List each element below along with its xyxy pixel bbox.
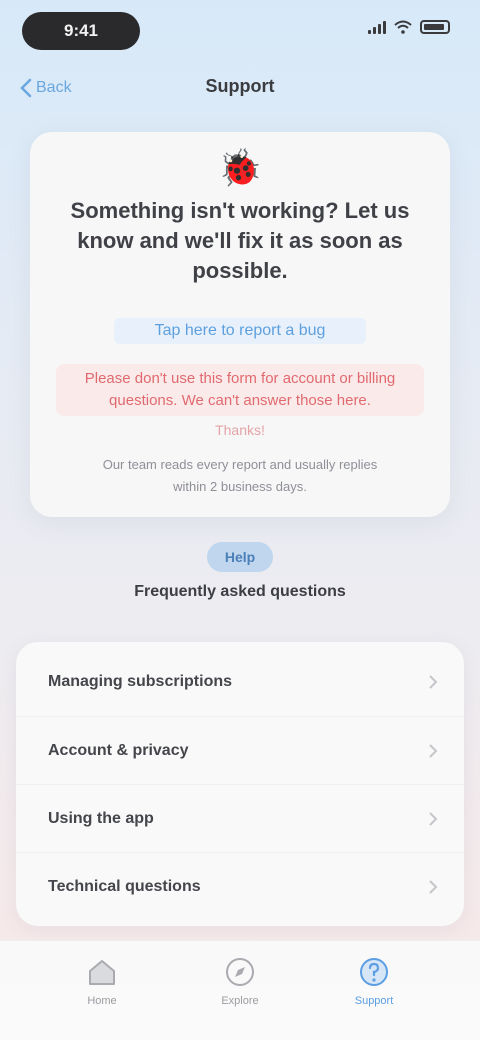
report-footnote: Our team reads every report and usually …: [102, 457, 378, 494]
faq-item-label: Managing subscriptions: [48, 673, 233, 690]
faq-item-subscriptions[interactable]: Managing subscriptions: [16, 648, 464, 716]
tab-support[interactable]: Support: [314, 955, 434, 1025]
chevron-right-icon: [429, 675, 438, 689]
tab-label: Support: [354, 995, 394, 1007]
page-title: Support: [205, 76, 275, 96]
faq-item-label: Technical questions: [48, 877, 201, 895]
compass-icon: [226, 958, 254, 986]
warning-text: Please don't use this form for account o…: [56, 364, 424, 416]
section-title: Frequently asked questions: [134, 583, 346, 600]
chevron-right-icon: [429, 812, 438, 826]
warning-tail: Thanks!: [215, 422, 265, 438]
battery-icon: [420, 20, 450, 34]
chevron-right-icon: [429, 880, 438, 894]
report-bug-link[interactable]: Tap here to report a bug: [114, 318, 366, 344]
faq-item-account[interactable]: Account & privacy: [16, 716, 464, 784]
report-heading: Something isn't working? Let us know and…: [70, 198, 410, 283]
tab-bar: Home Explore Support: [0, 940, 480, 1040]
tab-label: Home: [87, 995, 117, 1007]
status-time: 9:41: [22, 12, 140, 50]
report-card: 🐞 Something isn't working? Let us know a…: [30, 132, 450, 517]
faq-item-label: Account & privacy: [48, 741, 189, 759]
tab-explore[interactable]: Explore: [180, 955, 300, 1025]
chevron-right-icon: [429, 744, 438, 758]
status-bar: 9:41: [0, 0, 480, 64]
faq-item-technical[interactable]: Technical questions: [16, 852, 464, 920]
home-icon: [89, 960, 115, 985]
tab-label: Explore: [221, 995, 259, 1007]
faq-list: Managing subscriptions Account & privacy…: [16, 642, 464, 926]
signal-icon: [368, 20, 386, 34]
wifi-icon: [394, 20, 412, 34]
bug-icon: 🐞: [217, 147, 263, 188]
section-badge: Help: [207, 542, 273, 572]
faq-item-usage[interactable]: Using the app: [16, 784, 464, 852]
tab-home[interactable]: Home: [42, 955, 162, 1025]
nav-bar: Back Support: [0, 64, 480, 112]
status-icons: [368, 20, 450, 34]
faq-item-label: Using the app: [48, 809, 154, 827]
question-icon: [360, 958, 388, 986]
